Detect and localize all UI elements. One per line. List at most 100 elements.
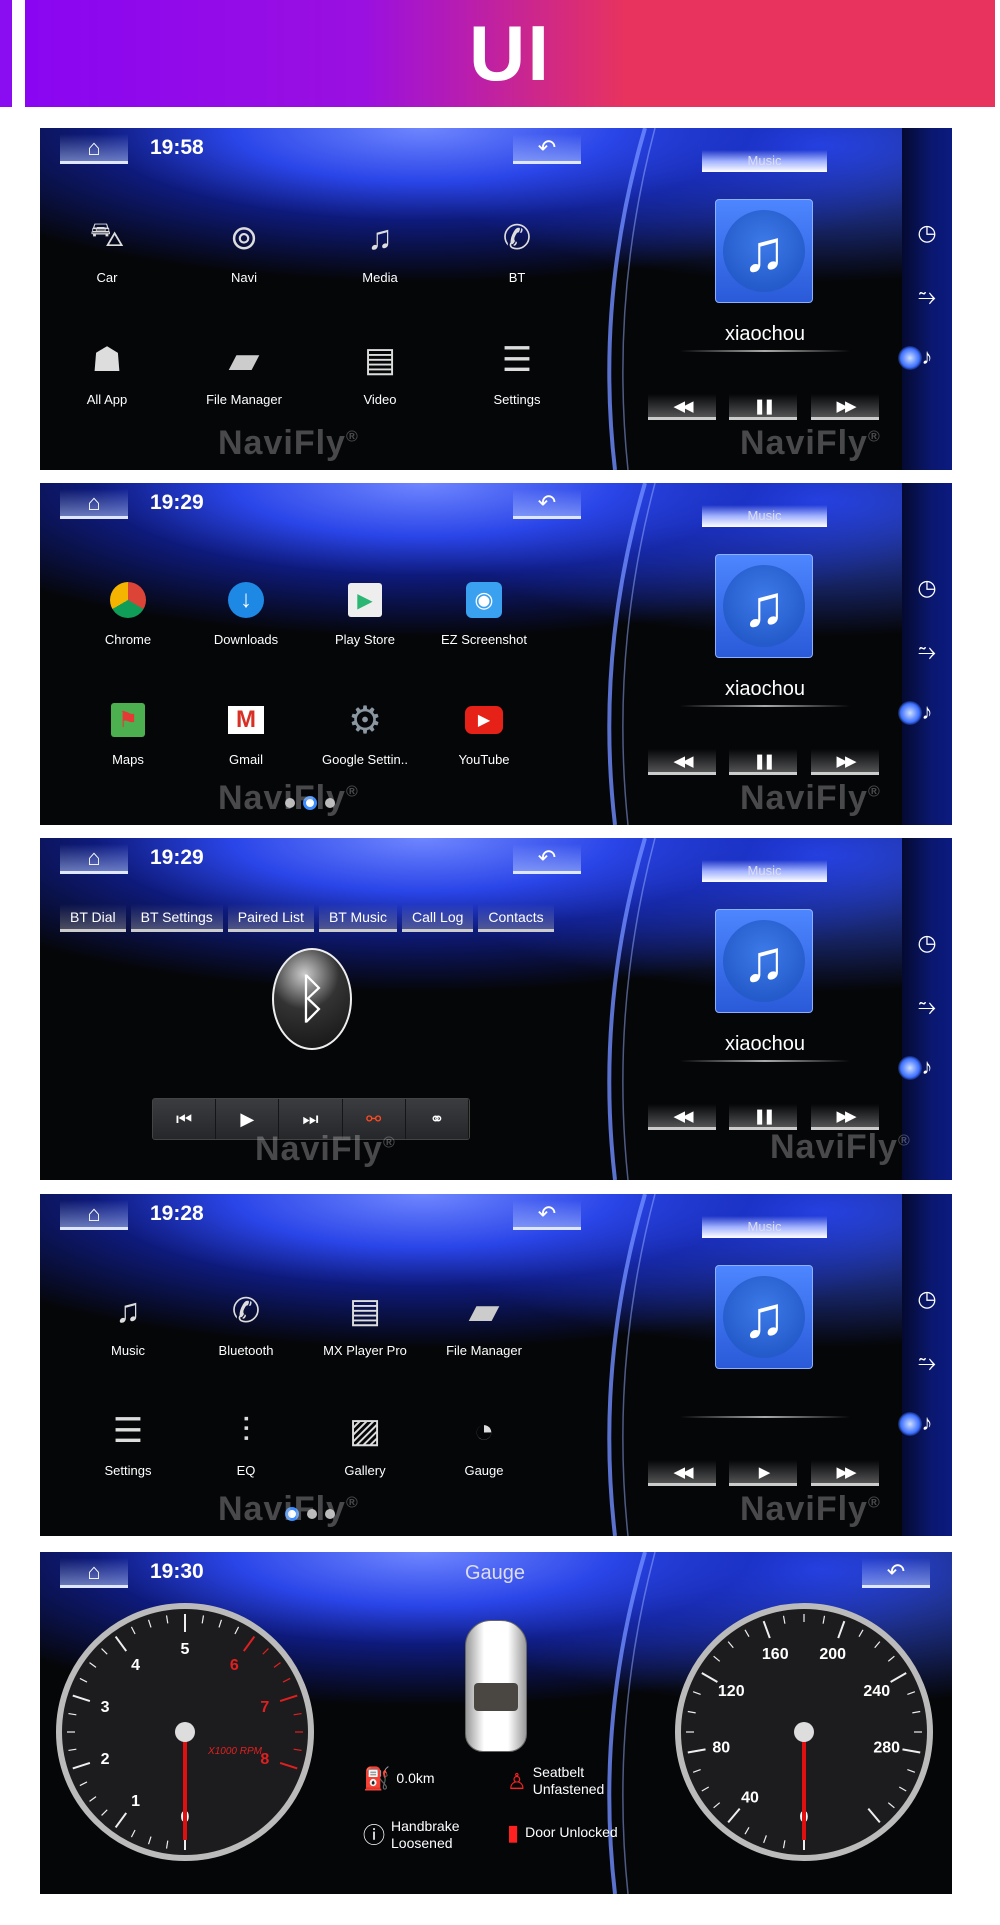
download-icon: ↓ (181, 578, 311, 622)
seat-nav-icon[interactable]: ⥲ (912, 994, 942, 1020)
home-button[interactable]: ⌂ (60, 134, 128, 164)
screen-title: Gauge (464, 1562, 526, 1584)
seat-nav-icon[interactable]: ⥲ (912, 284, 942, 310)
app-settings[interactable]: ☰ Settings (63, 1409, 193, 1478)
tab-call-log[interactable]: Call Log (402, 904, 474, 932)
back-arrow-icon: ↶ (537, 489, 557, 515)
back-button[interactable]: ↶ (513, 489, 581, 519)
previous-button[interactable]: ⏮ (153, 1099, 217, 1139)
gauge-nav-icon[interactable]: ◷ (912, 930, 942, 956)
navi-icon-glyph: ⊚ (229, 219, 259, 257)
music-tab[interactable]: Music (702, 860, 827, 882)
app-play-store[interactable]: ▶ Play Store (300, 578, 430, 647)
home-button[interactable]: ⌂ (60, 489, 128, 519)
play-button[interactable]: ▶ (729, 1460, 797, 1486)
app-file-manager[interactable]: ▰ File Manager (179, 338, 309, 407)
link-button[interactable]: ⚭ (405, 1099, 469, 1139)
app-media[interactable]: ♫ Media (315, 216, 445, 286)
registered-mark: ® (867, 1494, 881, 1512)
app-gauge[interactable]: ◔ Gauge (419, 1409, 549, 1479)
app-label: Google Settin.. (322, 752, 408, 767)
music-tab[interactable]: Music (702, 150, 827, 172)
settings-doc-icon-glyph: ☰ (112, 1412, 144, 1450)
tab-paired-list[interactable]: Paired List (227, 904, 314, 932)
app-eq[interactable]: ⫶ EQ (181, 1409, 311, 1479)
pause-button[interactable]: ❚❚ (729, 1104, 797, 1130)
previous-track-button[interactable]: ◀◀ (648, 749, 716, 775)
app-label: Gallery (344, 1463, 386, 1478)
gauge-nav-icon[interactable]: ◷ (912, 220, 942, 246)
back-button[interactable]: ↶ (513, 1200, 581, 1230)
car-icon: ⛍ (42, 216, 172, 260)
app-chrome[interactable]: ■ Chrome (63, 578, 193, 647)
app-bluetooth[interactable]: ✆ Bluetooth (181, 1289, 311, 1358)
app-all-app[interactable]: ☗ All App (42, 338, 172, 407)
pause-button[interactable]: ❚❚ (729, 394, 797, 420)
app-label: File Manager (206, 392, 282, 407)
equalizer-icon-glyph: ⫶ (241, 1411, 251, 1450)
tachometer: 012345678X1000 RPM (56, 1603, 314, 1861)
album-art[interactable]: ♫ (715, 554, 813, 658)
home-icon: ⌂ (87, 1200, 101, 1226)
pause-button[interactable]: ❚❚ (729, 749, 797, 775)
app-gmail[interactable]: M Gmail (181, 698, 311, 767)
tick-label: 40 (741, 1789, 759, 1806)
next-track-button[interactable]: ▶▶ (811, 394, 879, 420)
app-label: Play Store (335, 632, 395, 647)
settings-doc-icon-glyph: ☰ (501, 341, 533, 379)
app-bt[interactable]: ✆ BT (452, 216, 582, 285)
app-ez-screenshot[interactable]: ◉ EZ Screenshot (419, 578, 549, 647)
previous-track-button[interactable]: ◀◀ (648, 1104, 716, 1130)
album-art[interactable]: ♫ (715, 1265, 813, 1369)
seat-nav-icon[interactable]: ⥲ (912, 1350, 942, 1376)
album-art[interactable]: ♫ (715, 909, 813, 1013)
watermark: NaviFly® (740, 779, 881, 818)
app-settings[interactable]: ☰ Settings (452, 338, 582, 407)
gauge-nav-icon[interactable]: ◷ (912, 575, 942, 601)
home-button[interactable]: ⌂ (60, 1200, 128, 1230)
previous-track-button[interactable]: ◀◀ (648, 1460, 716, 1486)
fuel-pump-icon: ⛽ (363, 1766, 391, 1791)
previous-track-icon: ◀◀ (673, 1107, 693, 1125)
app-gallery[interactable]: ▨ Gallery (300, 1409, 430, 1478)
next-track-button[interactable]: ▶▶ (811, 1104, 879, 1130)
previous-track-button[interactable]: ◀◀ (648, 394, 716, 420)
app-car[interactable]: ⛍ Car (42, 216, 172, 285)
app-music[interactable]: ♫ Music (63, 1289, 193, 1359)
clock: 19:58 (150, 136, 204, 159)
seatbelt-text: Seatbelt Unfastened (533, 1764, 605, 1798)
settings-doc-icon: ☰ (63, 1409, 193, 1453)
tab-bt-settings[interactable]: BT Settings (130, 904, 223, 932)
home-icon: ⌂ (87, 1558, 101, 1584)
next-track-button[interactable]: ▶▶ (811, 749, 879, 775)
next-track-icon: ▶▶ (836, 752, 856, 770)
home-button[interactable]: ⌂ (60, 844, 128, 874)
navi-icon: ⊚ (179, 216, 309, 260)
gallery-icon-glyph: ▨ (348, 1412, 382, 1450)
seat-nav-icon[interactable]: ⥲ (912, 639, 942, 665)
app-video[interactable]: ▤ Video (315, 338, 445, 407)
app-maps[interactable]: ⚑ Maps (63, 698, 193, 767)
app-file-manager[interactable]: ▰ File Manager (419, 1289, 549, 1358)
youtube-icon: ▶ (419, 698, 549, 742)
app-downloads[interactable]: ↓ Downloads (181, 578, 311, 647)
tab-bt-music[interactable]: BT Music (318, 904, 398, 932)
gauge-nav-icon[interactable]: ◷ (912, 1286, 942, 1312)
tab-bt-dial[interactable]: BT Dial (60, 904, 126, 932)
music-tab[interactable]: Music (702, 1216, 827, 1238)
back-button[interactable]: ↶ (513, 844, 581, 874)
door-text: Door Unlocked (525, 1824, 618, 1840)
app-google-settin[interactable]: ⚙ Google Settin.. (300, 698, 430, 768)
seatbelt-icon: ♙ (507, 1768, 527, 1794)
registered-mark: ® (382, 1134, 396, 1152)
play-store-icon: ▶ (300, 578, 430, 622)
back-button[interactable]: ↶ (513, 134, 581, 164)
music-tab[interactable]: Music (702, 505, 827, 527)
app-mx-player-pro[interactable]: ▤ MX Player Pro (300, 1289, 430, 1358)
album-art[interactable]: ♫ (715, 199, 813, 303)
tab-contacts[interactable]: Contacts (478, 904, 554, 932)
app-youtube[interactable]: ▶ YouTube (419, 698, 549, 767)
app-navi[interactable]: ⊚ Navi (179, 216, 309, 285)
back-arrow-icon: ↶ (537, 134, 557, 160)
next-track-button[interactable]: ▶▶ (811, 1460, 879, 1486)
